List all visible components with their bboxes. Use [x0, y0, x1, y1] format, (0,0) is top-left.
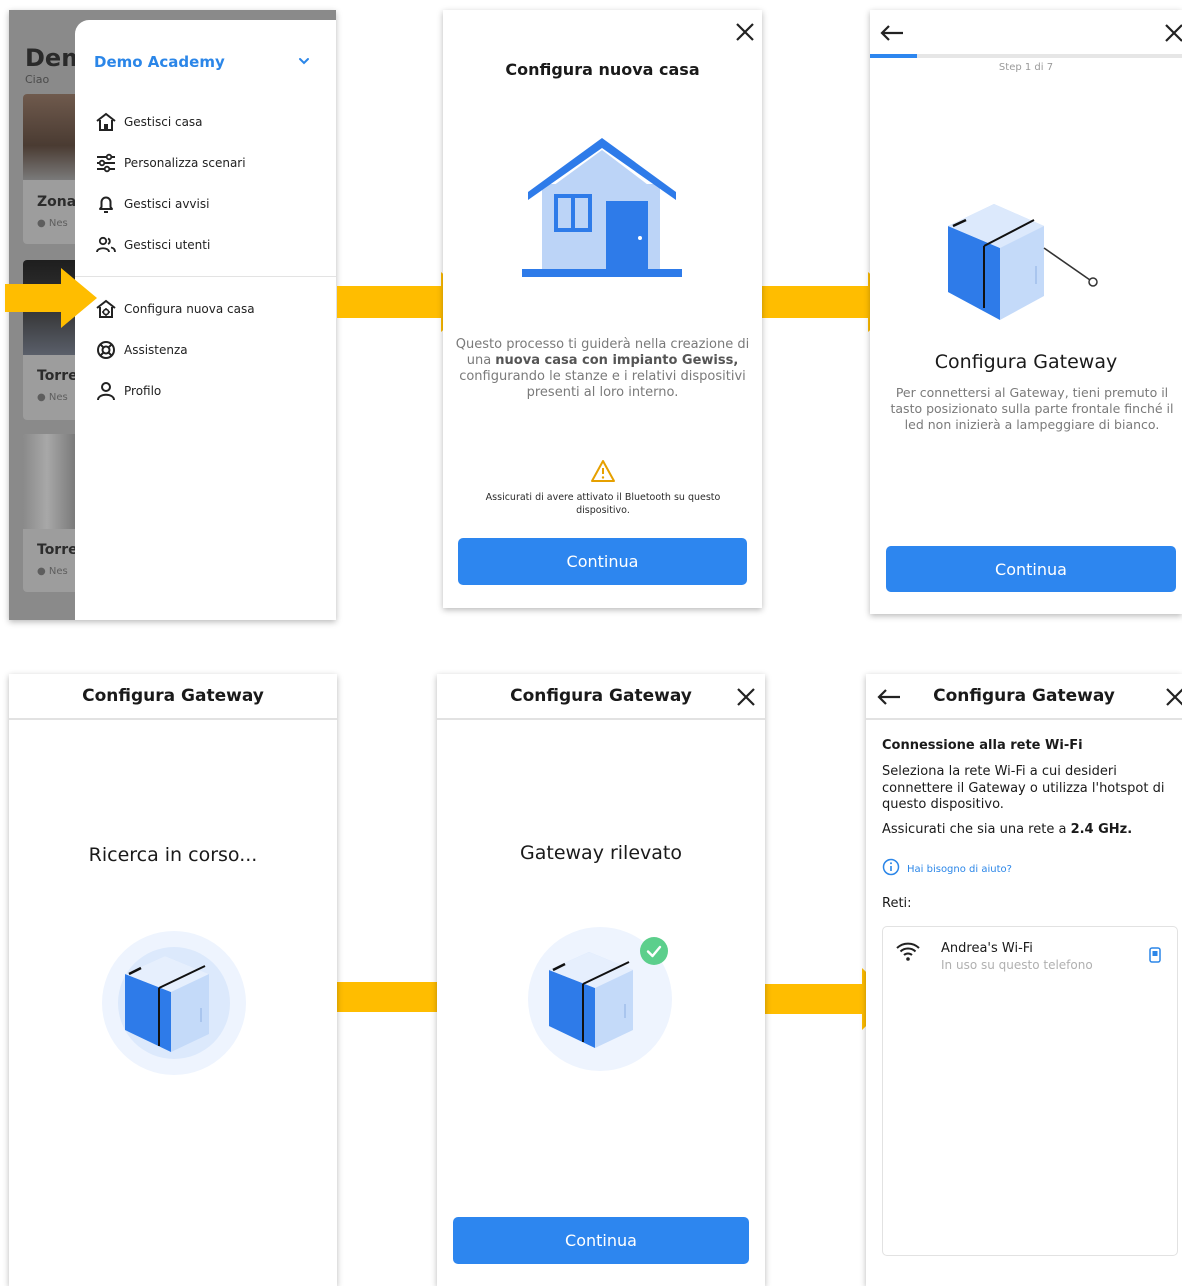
continue-button[interactable]: Continua — [458, 538, 747, 585]
continue-button[interactable]: Continua — [886, 546, 1176, 592]
description: Questo processo ti guiderà nella creazio… — [455, 337, 750, 400]
step-indicator: Step 1 di 7 — [998, 62, 1054, 73]
chevron-down-icon[interactable] — [297, 54, 311, 68]
account-selector[interactable]: Demo Academy — [94, 53, 225, 71]
help-link[interactable]: Hai bisogno di aiuto? — [882, 858, 1012, 880]
header-bar: Configura Gateway — [9, 674, 337, 720]
configura-gateway-step-screen: Step 1 di 7 Configura Gateway Per connet… — [870, 10, 1182, 614]
header-bar: Configura Gateway — [866, 674, 1182, 720]
back-arrow-icon[interactable] — [879, 23, 905, 43]
page-title: Configura Gateway — [933, 686, 1115, 706]
user-icon — [95, 380, 117, 402]
menu-item-configura-nuova-casa[interactable]: Configura nuova casa — [95, 298, 255, 320]
connessione-wifi-screen: Configura Gateway Connessione alla rete … — [866, 674, 1182, 1286]
navigation-drawer: Demo Academy Gestisci casa Personalizza … — [75, 20, 336, 620]
ricerca-gateway-screen: Configura Gateway Ricerca in corso... — [9, 674, 337, 1286]
home-icon — [95, 111, 117, 133]
networks-label: Reti: — [882, 896, 912, 911]
description: Per connettersi al Gateway, tieni premut… — [890, 385, 1174, 432]
detection-status: Gateway rilevato — [520, 842, 682, 864]
page-title: Configura Gateway — [510, 686, 692, 706]
progress-bar — [870, 54, 1182, 58]
bluetooth-warning: Assicurati di avere attivato il Bluetoot… — [485, 492, 721, 516]
description: Seleziona la rete Wi-Fi a cui desideri c… — [882, 764, 1165, 812]
info-icon — [882, 858, 900, 880]
header-bar: Configura Gateway — [437, 674, 765, 720]
gateway-rilevato-screen: Configura Gateway Gateway rilevato Conti… — [437, 674, 765, 1286]
page-title: Configura Gateway — [82, 686, 264, 706]
close-icon[interactable] — [1163, 22, 1182, 46]
menu-divider — [75, 276, 336, 277]
search-status: Ricerca in corso... — [88, 844, 258, 866]
menu-item-gestisci-utenti[interactable]: Gestisci utenti — [95, 234, 210, 256]
menu-item-profilo[interactable]: Profilo — [95, 380, 161, 402]
phone-icon — [1149, 947, 1161, 967]
bell-icon — [95, 193, 117, 215]
menu-item-gestisci-casa[interactable]: Gestisci casa — [95, 111, 203, 133]
sliders-icon — [95, 152, 117, 174]
menu-item-gestisci-avvisi[interactable]: Gestisci avvisi — [95, 193, 209, 215]
highlight-arrow — [5, 268, 97, 332]
menu-item-personalizza-scenari[interactable]: Personalizza scenari — [95, 152, 246, 174]
page-title: Configura nuova casa — [505, 60, 700, 79]
check-icon — [639, 936, 669, 970]
warning-icon — [590, 459, 616, 487]
house-illustration — [520, 134, 684, 284]
frequency-note: Assicurati che sia una rete a 2.4 GHz. — [882, 822, 1133, 837]
close-icon[interactable] — [1164, 686, 1182, 710]
network-list: Andrea's Wi-Fi In uso su questo telefono — [882, 926, 1178, 1256]
network-status: In uso su questo telefono — [941, 958, 1093, 972]
background-card: Zona ● Nes — [23, 94, 83, 244]
background-card: Torre ● Nes — [23, 434, 83, 592]
lifebuoy-icon — [95, 339, 117, 361]
section-title: Connessione alla rete Wi-Fi — [882, 738, 1083, 753]
menu-item-assistenza[interactable]: Assistenza — [95, 339, 188, 361]
background-subtitle: Ciao — [25, 73, 50, 86]
close-icon[interactable] — [734, 21, 758, 45]
network-item[interactable]: Andrea's Wi-Fi In uso su questo telefono — [883, 927, 1177, 981]
wifi-icon — [895, 940, 921, 966]
network-name: Andrea's Wi-Fi — [941, 941, 1033, 956]
configura-nuova-casa-screen: Configura nuova casa Questo processo ti … — [443, 10, 762, 608]
gateway-device-illustration — [940, 196, 1106, 332]
page-title: Configura Gateway — [934, 351, 1118, 373]
home-config-icon — [95, 298, 117, 320]
users-icon — [95, 234, 117, 256]
continue-button[interactable]: Continua — [453, 1217, 749, 1264]
close-icon[interactable] — [735, 686, 759, 710]
searching-gateway-illustration — [101, 930, 247, 1080]
